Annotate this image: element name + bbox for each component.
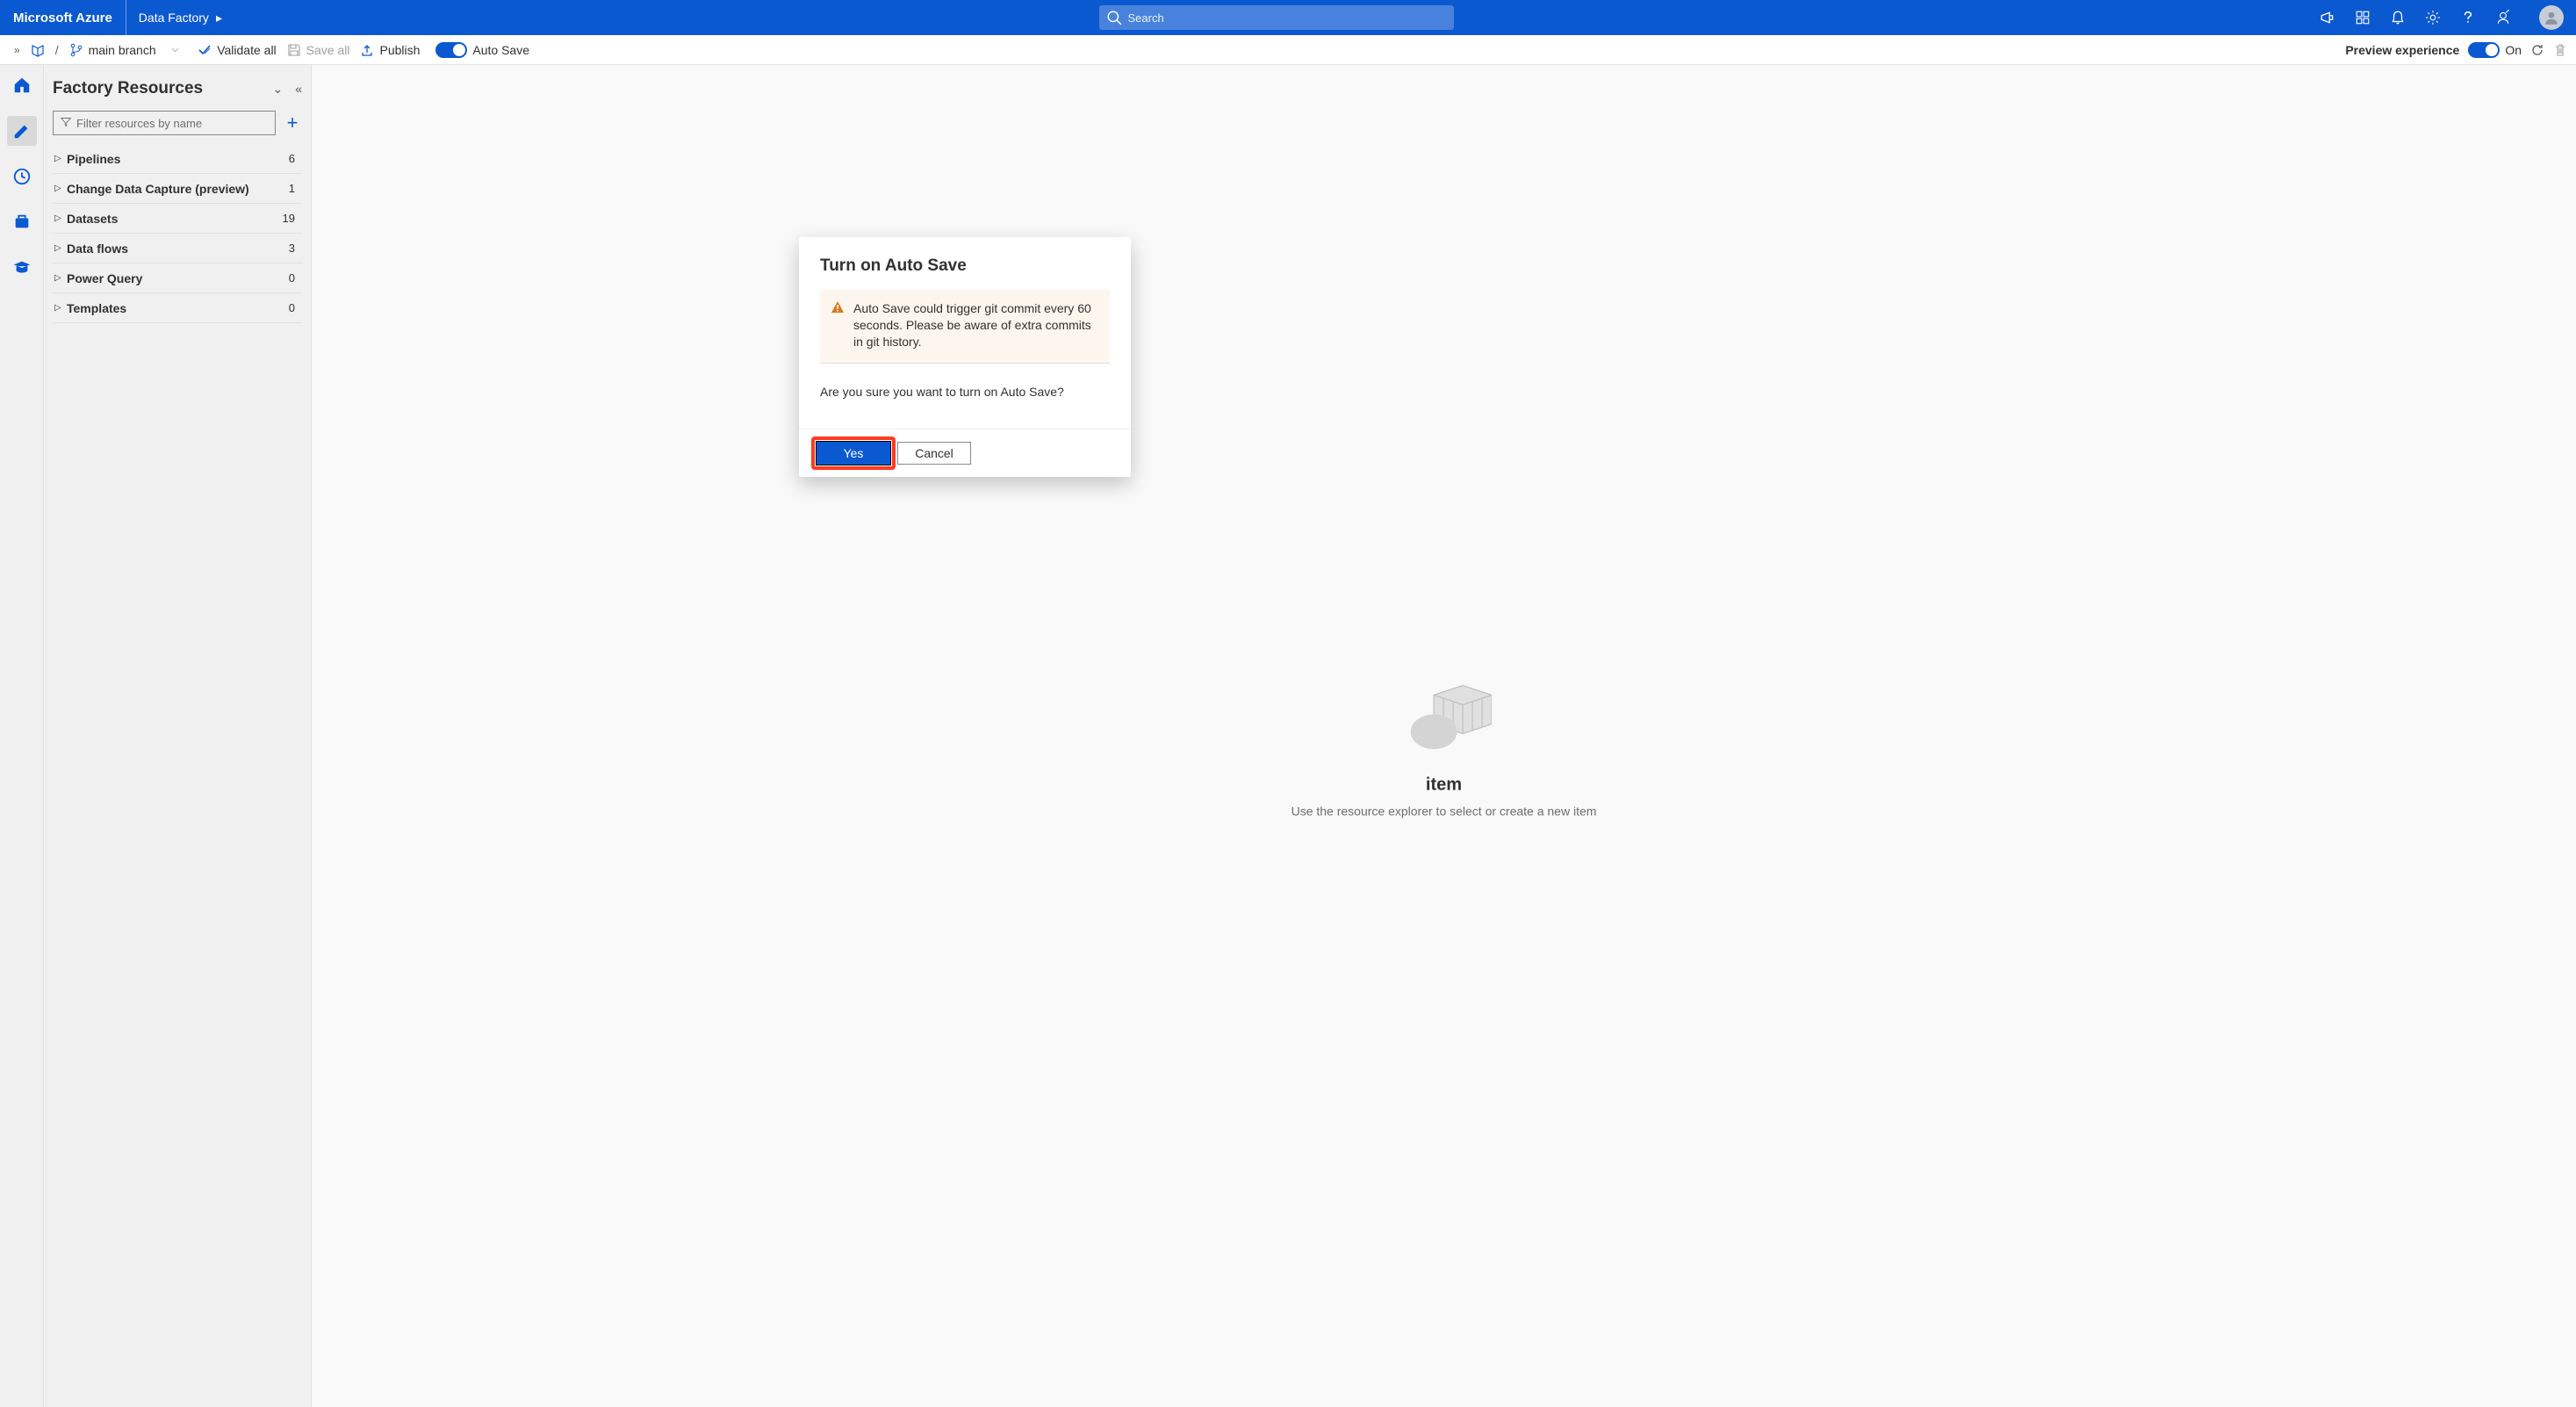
rail-manage[interactable] [7,207,37,237]
azure-global-header: Microsoft Azure Data Factory ▸ [0,0,2576,35]
rail-author[interactable] [7,116,37,146]
trash-icon[interactable] [2553,43,2567,57]
megaphone-icon[interactable] [2320,10,2335,25]
resource-count: 19 [283,212,300,225]
breadcrumb-slash: / [55,43,59,57]
chevron-right-icon: ▷ [54,303,67,313]
command-bar: » / main branch ⌵ Validate all Save all … [0,35,2576,65]
panel-title: Factory Resources [53,79,203,98]
validate-all-label: Validate all [217,43,276,57]
refresh-icon[interactable] [2530,43,2544,57]
publish-label: Publish [379,43,420,57]
branch-name: main branch [89,43,156,57]
empty-subtitle: Use the resource explorer to select or c… [1292,804,1597,818]
feedback-icon[interactable] [2495,10,2511,25]
filter-icon [61,116,71,130]
resource-row-dataflows[interactable]: ▷Data flows3 [53,234,302,263]
azure-brand[interactable]: Microsoft Azure [0,0,126,35]
dialog-warning: Auto Save could trigger git commit every… [820,290,1110,364]
resource-row-cdc[interactable]: ▷Change Data Capture (preview)1 [53,174,302,204]
resource-label: Change Data Capture (preview) [67,182,289,196]
collapse-panel-icon[interactable]: « [295,82,302,97]
resource-count: 0 [289,271,300,285]
autosave-toggle[interactable]: Auto Save [435,42,529,58]
header-utilities [2320,5,2576,30]
resource-row-powerquery[interactable]: ▷Power Query0 [53,263,302,293]
filter-input[interactable] [76,117,268,130]
search-icon [1106,10,1122,25]
left-rail [0,65,44,1407]
dialog-footer: Yes Cancel [799,429,1131,477]
bell-icon[interactable] [2390,10,2406,25]
rail-monitor[interactable] [7,162,37,191]
chevron-right-icon: ▷ [54,273,67,283]
global-search[interactable] [1099,5,1454,30]
chevron-right-icon: ▷ [54,243,67,253]
add-resource-button[interactable]: + [283,115,302,131]
dialog-warning-text: Auto Save could trigger git commit every… [853,300,1099,350]
branch-selector[interactable]: main branch ⌵ [69,43,179,57]
validate-all-button[interactable]: Validate all [198,43,276,57]
avatar[interactable] [2539,5,2564,30]
publish-button[interactable]: Publish [360,43,420,57]
resource-row-templates[interactable]: ▷Templates0 [53,293,302,323]
resource-label: Datasets [67,212,283,226]
empty-state: item Use the resource explorer to select… [1292,666,1597,818]
preview-toggle[interactable]: On [2468,42,2522,58]
filter-input-wrapper[interactable] [53,111,276,135]
collapse-double-icon[interactable]: ⌄ [272,82,283,97]
canvas: item Use the resource explorer to select… [312,65,2576,1407]
breadcrumb-item: Data Factory [139,11,209,25]
autosave-label: Auto Save [472,43,529,57]
dialog-question: Are you sure you want to turn on Auto Sa… [820,385,1110,399]
chevron-right-icon: ▷ [54,213,67,223]
chevron-right-icon: ▸ [216,11,222,25]
repo-icon [31,43,45,57]
git-branch-icon [69,43,83,57]
expand-rail-icon[interactable]: » [9,44,20,56]
preview-state: On [2505,43,2522,57]
directory-icon[interactable] [2355,10,2371,25]
breadcrumb[interactable]: Data Factory ▸ [126,11,234,25]
autosave-confirm-dialog: Turn on Auto Save Auto Save could trigge… [799,237,1131,477]
dialog-title: Turn on Auto Save [820,256,1110,276]
resources-panel: Factory Resources ⌄ « + ▷Pipelines6 ▷Cha… [44,65,312,1407]
resource-label: Pipelines [67,152,289,166]
save-all-label: Save all [306,43,350,57]
yes-button[interactable]: Yes [817,442,890,465]
resource-count: 3 [289,242,300,255]
upload-icon [360,43,374,57]
resource-row-pipelines[interactable]: ▷Pipelines6 [53,144,302,174]
toggle-switch-icon [2468,42,2500,58]
resource-label: Power Query [67,271,289,285]
help-icon[interactable] [2460,10,2476,25]
chevron-right-icon: ▷ [54,184,67,193]
rail-learn[interactable] [7,253,37,283]
checkmark-icon [198,43,212,57]
resource-row-datasets[interactable]: ▷Datasets19 [53,204,302,234]
warning-triangle-icon [831,300,845,350]
resource-label: Data flows [67,242,289,256]
gear-icon[interactable] [2425,10,2441,25]
preview-label: Preview experience [2345,43,2459,57]
toggle-switch-icon [435,42,467,58]
save-icon [287,43,301,57]
empty-title: item [1292,775,1597,795]
cancel-button[interactable]: Cancel [897,442,971,465]
resource-count: 1 [289,182,300,195]
resource-count: 0 [289,301,300,314]
resource-count: 6 [289,152,300,165]
empty-graphic-icon [1395,666,1492,762]
rail-home[interactable] [7,70,37,100]
global-search-input[interactable] [1127,11,1447,25]
resource-label: Templates [67,301,289,315]
chevron-down-icon: ⌵ [162,45,179,54]
repo-icon-button[interactable] [31,43,45,57]
save-all-button[interactable]: Save all [287,43,350,57]
chevron-right-icon: ▷ [54,154,67,163]
resource-list: ▷Pipelines6 ▷Change Data Capture (previe… [53,144,302,323]
